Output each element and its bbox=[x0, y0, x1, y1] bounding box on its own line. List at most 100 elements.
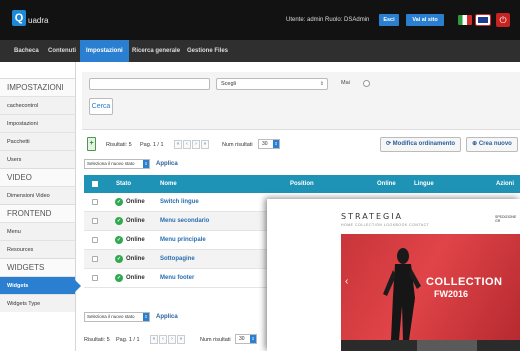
sidebar-item-impostazioni[interactable]: Impostazioni bbox=[0, 114, 75, 132]
row-checkbox[interactable] bbox=[92, 199, 98, 205]
header-stato[interactable]: Stato bbox=[116, 181, 131, 187]
status-online: ✓ Online bbox=[115, 198, 145, 206]
create-new-button[interactable]: ⊕ Crea nuovo bbox=[466, 137, 518, 152]
num-results-label: Num risultati bbox=[200, 337, 231, 343]
apply-button[interactable]: Applica bbox=[156, 161, 178, 167]
status-online: ✓ Online bbox=[115, 255, 145, 263]
num-results-select[interactable]: 30 ⇕ bbox=[235, 334, 257, 344]
header-position[interactable]: Position bbox=[290, 181, 314, 187]
english-flag-icon[interactable] bbox=[475, 14, 491, 26]
status-select[interactable]: Seleziona il nuovo stato ⇕ bbox=[84, 312, 150, 322]
num-results-value: 30 bbox=[239, 336, 245, 342]
power-icon[interactable]: ⏻ bbox=[496, 13, 510, 27]
select-all-checkbox[interactable] bbox=[92, 181, 98, 187]
italian-flag-icon[interactable] bbox=[458, 15, 472, 25]
pagination: « ‹ › » bbox=[150, 335, 186, 344]
results-count: Risultati: 5 bbox=[106, 142, 132, 148]
status-label: Online bbox=[126, 237, 145, 243]
next-page-button[interactable]: › bbox=[168, 335, 176, 344]
row-name-link[interactable]: Menu secondario bbox=[160, 218, 209, 224]
sort-icon: ⟳ bbox=[385, 141, 391, 147]
visit-site-button[interactable]: Vai al sito bbox=[406, 14, 444, 26]
check-icon: ✓ bbox=[115, 255, 123, 263]
row-checkbox[interactable] bbox=[92, 275, 98, 281]
next-page-button[interactable]: › bbox=[192, 140, 200, 149]
apply-button[interactable]: Applica bbox=[156, 314, 178, 320]
mai-radio[interactable] bbox=[363, 80, 370, 87]
status-label: Online bbox=[126, 199, 145, 205]
select-arrow-icon: ⇕ bbox=[319, 81, 324, 87]
sidebar-item-widgets-type[interactable]: Widgets Type bbox=[0, 294, 75, 312]
num-results-select[interactable]: 30 ⇕ bbox=[258, 139, 280, 149]
row-name-link[interactable]: Switch lingue bbox=[160, 199, 199, 205]
bulk-status-top: Seleziona il nuovo stato ⇕ Applica bbox=[84, 159, 178, 169]
tab-impostazioni[interactable]: Impostazioni bbox=[80, 40, 129, 62]
pagination: « ‹ › » bbox=[174, 140, 210, 149]
row-checkbox[interactable] bbox=[92, 256, 98, 262]
row-checkbox[interactable] bbox=[92, 218, 98, 224]
check-icon: ✓ bbox=[115, 217, 123, 225]
search-input[interactable] bbox=[89, 78, 210, 90]
preview-shipping-text: SPEDIZIONE GR bbox=[495, 215, 517, 223]
header-online[interactable]: Online bbox=[377, 181, 396, 187]
logo-mark: Q bbox=[12, 10, 26, 26]
check-icon: ✓ bbox=[115, 198, 123, 206]
carousel-prev-icon: ‹ bbox=[345, 276, 349, 287]
sidebar-item-pacchetti[interactable]: Pacchetti bbox=[0, 132, 75, 150]
preview-fw-text: FW2016 bbox=[434, 289, 469, 299]
last-page-button[interactable]: » bbox=[177, 335, 185, 344]
prev-page-button[interactable]: ‹ bbox=[183, 140, 191, 149]
tab-gestione-files[interactable]: Gestione Files bbox=[181, 40, 234, 62]
bulk-status-bottom: Seleziona il nuovo stato ⇕ Applica bbox=[84, 312, 178, 322]
last-page-button[interactable]: » bbox=[201, 140, 209, 149]
sidebar: IMPOSTAZIONI cachecontrol Impostazioni P… bbox=[0, 62, 81, 351]
sidebar-item-resources[interactable]: Resources bbox=[0, 240, 75, 258]
header-nome[interactable]: Nome bbox=[160, 181, 177, 187]
sidebar-item-menu[interactable]: Menu bbox=[0, 222, 75, 240]
sidebar-section-impostazioni: IMPOSTAZIONI bbox=[0, 78, 75, 96]
sidebar-item-widgets[interactable]: Widgets bbox=[0, 276, 81, 294]
status-online: ✓ Online bbox=[115, 274, 145, 282]
sidebar-section-video: VIDEO bbox=[0, 168, 75, 186]
preview-thumbnail bbox=[417, 340, 477, 351]
sidebar-item-users[interactable]: Users bbox=[0, 150, 75, 168]
num-results-value: 30 bbox=[262, 141, 268, 147]
sidebar-item-dimensioni-video[interactable]: Dimensioni Video bbox=[0, 186, 75, 204]
logo-text: uadra bbox=[28, 16, 49, 25]
filter-select[interactable]: Scegli ⇕ bbox=[216, 78, 328, 90]
sidebar-section-frontend: FRONTEND bbox=[0, 204, 75, 222]
tab-contenuti[interactable]: Contenuti bbox=[42, 40, 82, 62]
status-select[interactable]: Seleziona il nuovo stato ⇕ bbox=[84, 159, 150, 169]
num-results-label: Num risultati bbox=[222, 142, 253, 148]
row-name-link[interactable]: Menu footer bbox=[160, 275, 194, 281]
select-arrow-icon: ⇕ bbox=[250, 335, 256, 343]
search-button[interactable]: Cerca bbox=[89, 98, 113, 115]
check-icon: ✓ bbox=[115, 274, 123, 282]
create-new-label: Crea nuovo bbox=[478, 141, 512, 147]
top-bar: Q uadra Utente: admin Ruolo: DSAdmin Esc… bbox=[0, 0, 520, 40]
tab-bacheca[interactable]: Bacheca bbox=[8, 40, 45, 62]
page-indicator: Pag. 1 / 1 bbox=[116, 337, 140, 343]
row-name-link[interactable]: Sottopagine bbox=[160, 256, 195, 262]
status-select-value: Seleziona il nuovo stato bbox=[87, 161, 135, 166]
filter-panel: Scegli ⇕ Mai Cerca bbox=[82, 72, 520, 130]
website-preview: STRATEGIA HOME COLLECTION LOOKBOOK CONTA… bbox=[267, 199, 520, 351]
status-label: Online bbox=[126, 275, 145, 281]
status-online: ✓ Online bbox=[115, 236, 145, 244]
first-page-button[interactable]: « bbox=[174, 140, 182, 149]
header-azioni[interactable]: Azioni bbox=[496, 181, 514, 187]
user-info: Utente: admin Ruolo: DSAdmin bbox=[286, 17, 370, 23]
row-name-link[interactable]: Menu principale bbox=[160, 237, 206, 243]
modify-order-button[interactable]: ⟳ Modifica ordinamento bbox=[380, 137, 461, 152]
first-page-button[interactable]: « bbox=[150, 335, 158, 344]
logout-button[interactable]: Esci bbox=[379, 14, 399, 26]
sidebar-item-cachecontrol[interactable]: cachecontrol bbox=[0, 96, 75, 114]
tab-ricerca-generale[interactable]: Ricerca generale bbox=[126, 40, 186, 62]
filter-select-value: Scegli bbox=[221, 81, 236, 87]
app-logo[interactable]: Q uadra bbox=[12, 10, 48, 26]
row-checkbox[interactable] bbox=[92, 237, 98, 243]
status-label: Online bbox=[126, 256, 145, 262]
header-lingue[interactable]: Lingue bbox=[414, 181, 434, 187]
add-document-icon[interactable]: + bbox=[87, 137, 96, 151]
prev-page-button[interactable]: ‹ bbox=[159, 335, 167, 344]
